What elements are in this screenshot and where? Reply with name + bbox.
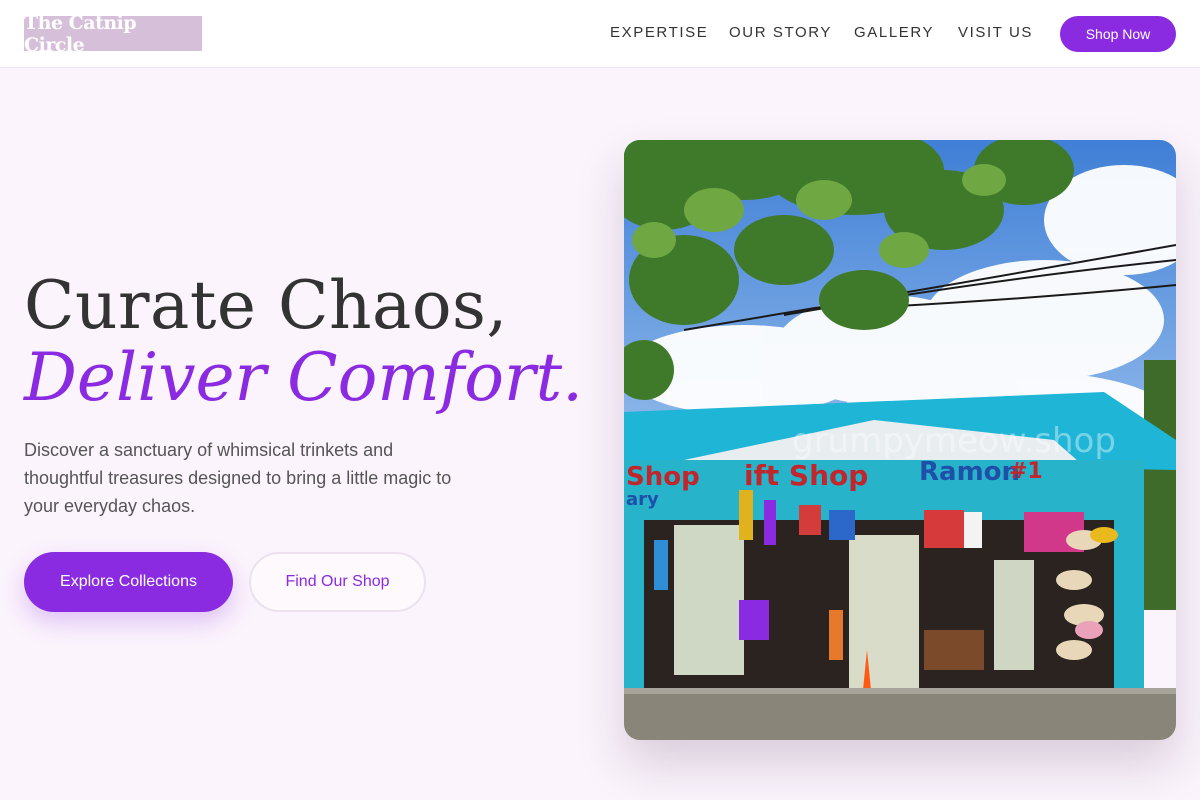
svg-text:Ramon: Ramon (919, 457, 1020, 487)
nav-our-story[interactable]: OUR STORY (729, 24, 832, 41)
nav-expertise[interactable]: EXPERTISE (610, 24, 708, 41)
nav-gallery[interactable]: GALLERY (854, 24, 934, 41)
watermark-text: grumpymeow.shop (792, 421, 1116, 461)
svg-text:#1: #1 (1009, 459, 1043, 484)
site-header: The Catnip Circle EXPERTISE OUR STORY GA… (0, 0, 1200, 68)
svg-text:ift Shop: ift Shop (744, 459, 868, 492)
hero-shop-photo: Shop ary ift Shop Ramon #1 grumpymeow.sh… (624, 140, 1176, 740)
hero-lead: Discover a sanctuary of whimsical trinke… (24, 440, 452, 516)
nav-visit-us[interactable]: VISIT US (958, 24, 1033, 41)
hero-headline-line1: Curate Chaos, (24, 267, 508, 344)
svg-text:Shop: Shop (626, 462, 700, 492)
shop-now-button[interactable]: Shop Now (1060, 16, 1176, 52)
find-our-shop-button[interactable]: Find Our Shop (249, 552, 426, 612)
hero-headline-line2: Deliver Comfort. (24, 339, 584, 416)
logo[interactable]: The Catnip Circle (24, 12, 202, 56)
explore-collections-button[interactable]: Explore Collections (24, 552, 233, 612)
svg-text:ary: ary (626, 489, 659, 510)
